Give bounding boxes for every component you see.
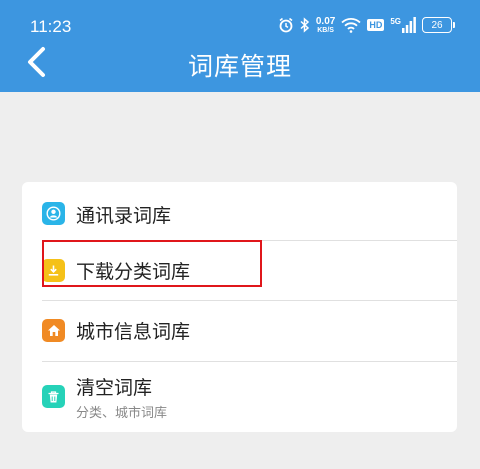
alarm-icon (278, 17, 294, 33)
battery-indicator: 26 (422, 17, 455, 33)
wifi-icon (341, 17, 361, 33)
list-item-clear-dictionary[interactable]: 清空词库 分类、城市词库 (22, 362, 457, 432)
hd-badge: HD (367, 19, 385, 31)
page-title: 词库管理 (187, 52, 292, 81)
item-label: 通讯录词库 (76, 205, 172, 227)
home-icon (42, 319, 65, 342)
net-speed: 0.07 KB/S (315, 15, 336, 34)
download-icon (42, 259, 65, 282)
status-bar: 11:23 0.07 KB/S HD 5G 26 (0, 0, 480, 36)
contact-icon (42, 202, 65, 225)
list-item-city-info-dictionary[interactable]: 城市信息词库 (22, 301, 457, 361)
status-icons: 0.07 KB/S HD 5G 26 (278, 14, 455, 36)
item-subtitle: 分类、城市词库 (76, 406, 168, 421)
item-label: 城市信息词库 (76, 321, 191, 343)
list-item-contacts-dictionary[interactable]: 通讯录词库 (22, 182, 457, 240)
status-time: 11:23 (30, 17, 72, 36)
item-label: 下载分类词库 (76, 261, 191, 283)
dictionary-list-card: 通讯录词库 下载分类词库 城市信息词库 清空词库 分类、城市词库 (22, 182, 457, 432)
item-label: 清空词库 (76, 377, 153, 399)
app-header: 11:23 0.07 KB/S HD 5G 26 词库管理 (0, 0, 480, 92)
trash-icon (42, 385, 65, 408)
list-item-download-category-dictionary[interactable]: 下载分类词库 (22, 241, 457, 300)
signal-icon: 5G (390, 17, 416, 33)
bluetooth-icon (300, 17, 310, 33)
